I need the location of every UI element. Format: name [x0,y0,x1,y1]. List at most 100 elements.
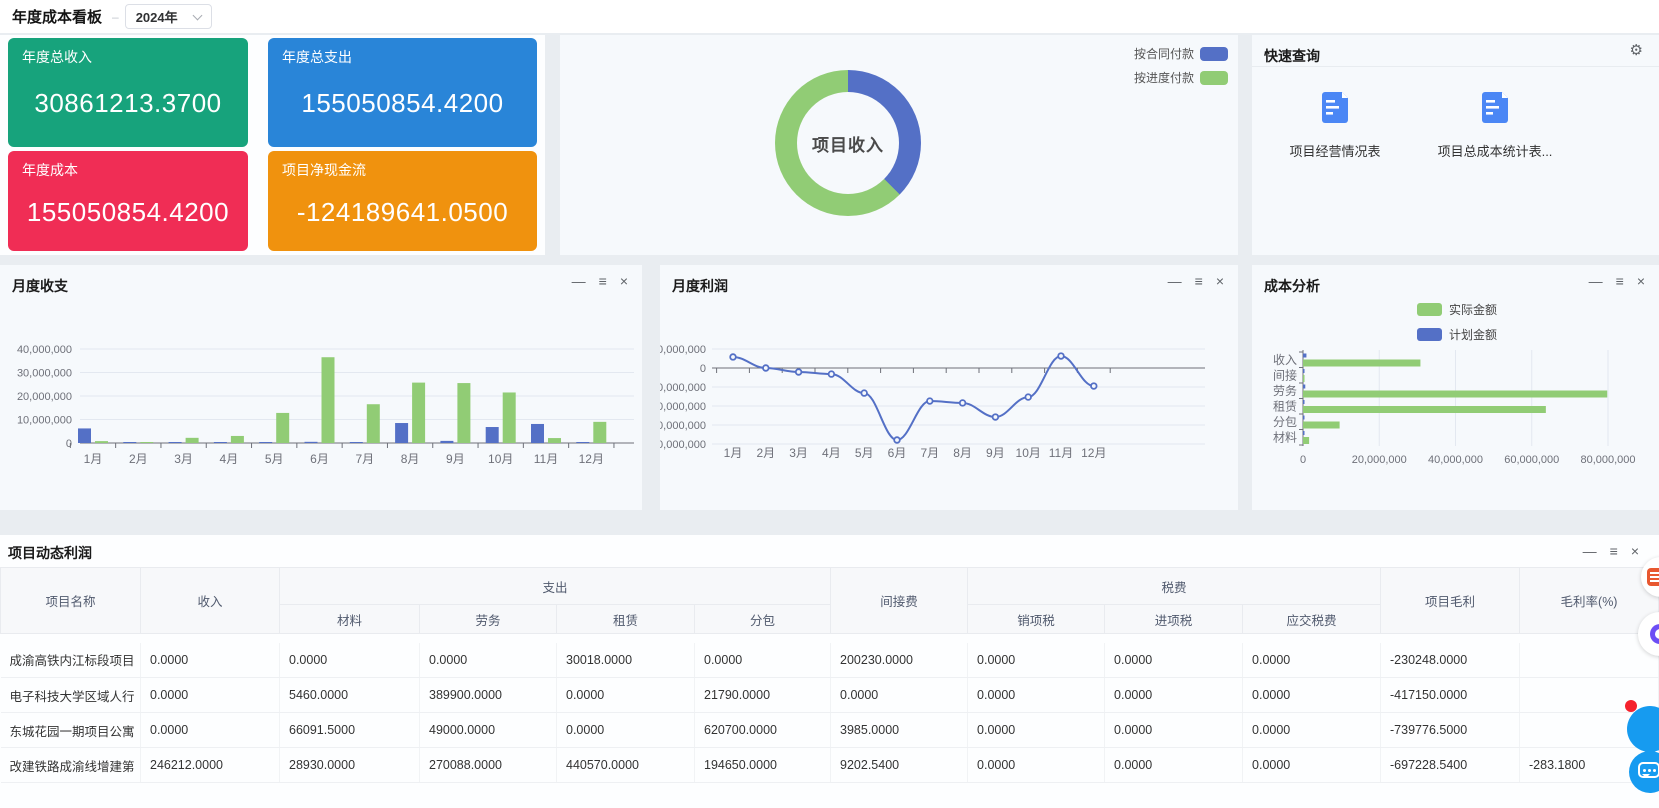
notification-badge [1625,700,1637,712]
table-cell: 0.0000 [1243,678,1381,713]
kpi-value: 30861213.3700 [8,88,248,119]
table-cell: 200230.0000 [831,643,968,678]
document-icon [1477,91,1513,127]
col-header-expense-group: 支出 [280,568,831,605]
quick-query-panel: 快速查询 ⚙ 项目经营情况表 项目总成本统计表... [1252,35,1659,255]
svg-text:3月: 3月 [789,446,808,460]
svg-text:5月: 5月 [265,452,284,466]
svg-text:11月: 11月 [1049,446,1073,460]
minimize-icon[interactable]: — [1583,544,1597,558]
svg-text:1月: 1月 [724,446,743,460]
table-row[interactable]: 电子科技大学区域人行0.00005460.0000389900.00000.00… [1,678,1659,713]
table-cell: 3985.0000 [831,713,968,748]
col-header-material: 材料 [280,605,420,634]
svg-text:8月: 8月 [953,446,972,460]
legend-swatch [1200,47,1228,61]
table-row[interactable]: 改建铁路成渝线增建第246212.000028930.0000270088.00… [1,748,1659,783]
table-cell: 194650.0000 [695,748,831,783]
file-item-operating-report[interactable]: 项目经营情况表 [1270,91,1400,160]
col-header-rent: 租赁 [557,605,695,634]
project-name-cell: 改建铁路成渝线增建第 [1,748,141,783]
table-cell: 0.0000 [280,643,420,678]
monthly-profit-line-chart: 10,000,000 0 -10,000,000 -20,000,000 -30,000… [660,265,1238,510]
table-cell: 0.0000 [557,678,695,713]
close-icon[interactable]: × [620,274,628,288]
svg-text:2月: 2月 [756,446,775,460]
table-cell [1520,678,1659,713]
chevron-down-icon [192,10,202,20]
col-header-output-tax: 销项税 [968,605,1105,634]
file-label: 项目经营情况表 [1270,141,1400,160]
col-header-project: 项目名称 [1,568,141,634]
svg-text:0: 0 [700,363,706,375]
col-header-gross: 项目毛利 [1381,568,1520,634]
menu-icon[interactable]: ≡ [1195,274,1203,288]
project-name-cell: 电子科技大学区域人行 [1,678,141,713]
legend-label: 按合同付款 [1134,45,1194,62]
close-icon[interactable]: × [1631,544,1639,558]
svg-text:6月: 6月 [310,452,329,466]
table-cell: 0.0000 [141,713,280,748]
menu-icon[interactable]: ≡ [1616,274,1624,288]
minimize-icon[interactable]: — [1589,274,1603,288]
svg-text:40,000,000: 40,000,000 [1428,454,1483,466]
svg-text:-10,000,000: -10,000,000 [660,382,706,394]
gear-icon[interactable]: ⚙ [1630,43,1643,58]
col-header-subcontract: 分包 [695,605,831,634]
table-cell: 49000.0000 [420,713,557,748]
col-header-input-tax: 进项税 [1105,605,1243,634]
svg-text:6月: 6月 [888,446,907,460]
svg-text:收入: 收入 [1273,353,1297,367]
donut-legend: 按合同付款 按进度付款 [1134,45,1228,86]
svg-text:材料: 材料 [1273,430,1297,444]
svg-text:11月: 11月 [534,452,558,466]
table-cell: 0.0000 [557,713,695,748]
project-profit-table: 项目名称 收入 支出 间接费 税费 项目毛利 毛利率(%) 材料 劳务 租赁 分… [0,567,1659,783]
file-item-total-cost-report[interactable]: 项目总成本统计表... [1430,91,1560,160]
svg-text:10月: 10月 [488,452,513,466]
quick-query-title: 快速查询 [1264,46,1320,66]
menu-icon[interactable]: ≡ [599,274,607,288]
donut-center-label: 项目收入 [812,131,884,156]
kpi-label: 年度成本 [22,160,234,180]
table-cell: -230248.0000 [1381,643,1520,678]
svg-text:80,000,000: 80,000,000 [1580,454,1635,466]
quick-query-header: 快速查询 ⚙ [1252,35,1659,67]
table-cell: 5460.0000 [280,678,420,713]
year-select-value: 2024年 [136,7,178,26]
monthly-profit-panel: 月度利润 — ≡ × 10,000,0000-10,000,000-20,000… [660,265,1238,510]
col-header-labor: 劳务 [420,605,557,634]
table-cell: 0.0000 [968,643,1105,678]
table-cell: 0.0000 [831,678,968,713]
project-profit-title: 项目动态利润 [8,543,92,563]
project-profit-panel: 项目动态利润 — ≡ × 项目名称 收入 支出 间接费 税费 项目毛利 毛利率(… [0,535,1659,808]
svg-text:10,000,000: 10,000,000 [660,344,706,356]
table-cell: 21790.0000 [695,678,831,713]
minimize-icon[interactable]: — [572,274,586,288]
svg-text:-20,000,000: -20,000,000 [660,401,706,413]
svg-text:租赁: 租赁 [1273,399,1297,413]
svg-text:8月: 8月 [401,452,420,466]
minimize-icon[interactable]: — [1168,274,1182,288]
table-spacer-row [1,634,1659,643]
table-cell: 0.0000 [1243,713,1381,748]
svg-text:9月: 9月 [986,446,1005,460]
menu-icon[interactable]: ≡ [1610,544,1618,558]
monthly-balance-bar-chart: 010,000,00020,000,00030,000,00040,000,00… [0,265,642,510]
svg-text:-30,000,000: -30,000,000 [660,420,706,432]
legend-item-progress-payment[interactable]: 按进度付款 [1134,69,1228,86]
svg-text:40,000,000: 40,000,000 [17,344,72,356]
kpi-label: 年度总支出 [282,47,523,67]
table-cell: 0.0000 [420,643,557,678]
table-cell: 0.0000 [141,678,280,713]
kpi-label: 年度总收入 [22,47,234,67]
legend-item-contract-payment[interactable]: 按合同付款 [1134,45,1228,62]
close-icon[interactable]: × [1216,274,1224,288]
year-select[interactable]: 2024年 [125,4,212,29]
table-cell: -697228.5400 [1381,748,1520,783]
table-row[interactable]: 东城花园一期项目公寓0.000066091.500049000.00000.00… [1,713,1659,748]
col-header-payable-tax: 应交税费 [1243,605,1381,634]
monthly-balance-panel: 月度收支 — ≡ × 010,000,00020,000,00030,000,0… [0,265,642,510]
table-row[interactable]: 成渝高铁内江标段项目0.00000.00000.000030018.00000.… [1,643,1659,678]
close-icon[interactable]: × [1637,274,1645,288]
